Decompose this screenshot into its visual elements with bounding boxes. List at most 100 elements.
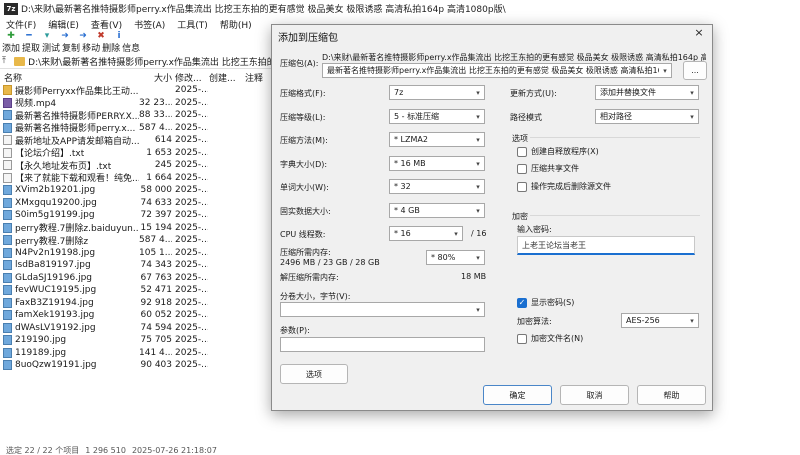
split-combo[interactable]: ▾ — [280, 302, 485, 317]
delete-button[interactable]: 删除 — [102, 41, 122, 54]
file-row[interactable]: XVim2b19201.jpg 58 000 2025-... — [0, 184, 275, 197]
show-password-checkbox[interactable]: ✓ 显示密码(S) — [517, 297, 574, 308]
password-input[interactable]: 上老王论坛当老王 — [517, 236, 695, 255]
dictionary-select[interactable]: * 16 MB ▾ — [389, 156, 485, 171]
delete-after-checkbox[interactable]: 操作完成后删除源文件 — [517, 181, 611, 192]
archive-name-combo[interactable]: 最新著名推特摄影师perry.x作品集流出 比挖王东拍的更有感觉 极品美女 极限… — [322, 63, 672, 78]
file-row[interactable]: 【论坛介绍】.txt 1 653 2025-... — [0, 147, 275, 160]
menu-file[interactable]: 文件(F) — [0, 18, 42, 31]
file-row[interactable]: XMxgqu19200.jpg 74 633 2025-... — [0, 197, 275, 210]
encrypt-filenames-checkbox[interactable]: 加密文件名(N) — [517, 333, 583, 344]
image-file-icon — [3, 122, 12, 133]
menu-tools[interactable]: 工具(T) — [171, 18, 214, 31]
file-row[interactable]: 最新著名推特摄影师perry.x... 587 4... 2025-... — [0, 122, 275, 134]
word-size-select[interactable]: * 32 ▾ — [389, 179, 485, 194]
file-row[interactable]: fevWUC19195.jpg 52 471 2025-... — [0, 284, 275, 297]
menu-help[interactable]: 帮助(H) — [214, 18, 258, 31]
file-row[interactable]: famXek19193.jpg 60 052 2025-... — [0, 309, 275, 322]
file-row[interactable]: 最新地址及APP请发邮箱自动... 614 2025-... — [0, 134, 275, 147]
address-path[interactable]: D:\来财\最新著名推特摄影师perry.x作品集流出 比挖王东拍的更 — [28, 55, 275, 68]
up-folder-icon[interactable]: ⤒ — [2, 56, 12, 66]
delete-icon[interactable]: ✖ — [92, 31, 110, 41]
move-button[interactable]: 移动 — [82, 41, 102, 54]
check-icon: ✓ — [517, 297, 527, 308]
level-select[interactable]: 5 - 标准压缩 ▾ — [389, 109, 485, 124]
file-size: 245 — [154, 160, 172, 171]
compress-shared-checkbox[interactable]: 压缩共享文件 — [517, 163, 579, 174]
column-modified[interactable]: 修改... — [172, 71, 206, 84]
image-file-icon — [3, 247, 12, 258]
file-row[interactable]: S0im5g19199.jpg 72 397 2025-... — [0, 209, 275, 222]
column-size[interactable]: 大小 — [150, 71, 172, 84]
7zip-app-icon: 7z — [4, 2, 18, 15]
help-button[interactable]: 帮助 — [637, 385, 706, 405]
file-row[interactable]: FaxB3Z19194.jpg 92 918 2025-... — [0, 297, 275, 310]
info-icon[interactable]: i — [110, 31, 128, 41]
chevron-down-icon: ▾ — [476, 135, 480, 144]
file-row[interactable]: 219190.jpg 75 705 2025-... — [0, 334, 275, 347]
menu-edit[interactable]: 编辑(E) — [42, 18, 85, 31]
update-mode-select[interactable]: 添加并替换文件 ▾ — [595, 85, 699, 100]
method-select[interactable]: * LZMA2 ▾ — [389, 132, 485, 147]
add-icon[interactable]: ✚ — [2, 31, 20, 41]
threads-select[interactable]: * 16 ▾ — [389, 226, 463, 241]
extract-button[interactable]: 提取 — [22, 41, 42, 54]
info-button[interactable]: 信息 — [122, 41, 142, 54]
memory-percent-select[interactable]: * 80% ▾ — [426, 250, 485, 265]
image-file-icon — [3, 285, 12, 296]
add-button[interactable]: 添加 — [2, 41, 22, 54]
file-name-cell: 最新地址及APP请发邮箱自动... — [0, 134, 139, 147]
copy-icon[interactable]: ➜ — [56, 31, 74, 41]
file-row[interactable]: 8uoQzw19191.jpg 90 403 2025-... — [0, 359, 275, 372]
file-row[interactable]: 【来了就能下载和观看！纯免... 1 664 2025-... — [0, 172, 275, 184]
cancel-button[interactable]: 取消 — [560, 385, 629, 405]
copy-button[interactable]: 复制 — [62, 41, 82, 54]
file-row[interactable]: dWAsLV19192.jpg 74 594 2025-... — [0, 322, 275, 335]
menu-bookmarks[interactable]: 书签(A) — [128, 18, 171, 31]
dialog-title: 添加到压缩包 — [278, 33, 338, 44]
column-comment[interactable]: 注释 — [242, 71, 272, 84]
file-name: 【论坛介绍】.txt — [15, 149, 85, 160]
file-row[interactable]: 【永久地址发布页】.txt 245 2025-... — [0, 159, 275, 172]
path-mode-select[interactable]: 相对路径 ▾ — [595, 109, 699, 124]
column-created[interactable]: 创建... — [206, 71, 242, 84]
file-row[interactable]: GLdaSJ19196.jpg 67 763 2025-... — [0, 272, 275, 285]
file-size: 58 000 — [140, 185, 173, 196]
file-name: 最新地址及APP请发邮箱自动... — [15, 136, 139, 147]
chevron-down-icon: ▾ — [476, 305, 480, 314]
file-row[interactable]: perry教程.7删除z.baiduyun.... 15 194 2025-... — [0, 222, 275, 234]
options-button[interactable]: 选项 — [280, 364, 348, 384]
column-name[interactable]: 名称 — [0, 71, 150, 84]
file-name-cell: XMxgqu19200.jpg — [0, 197, 139, 208]
file-row[interactable]: 最新著名推特摄影师PERRY.X... 88 33... 2025-... — [0, 109, 275, 122]
threads-total: / 16 — [471, 229, 487, 238]
close-icon[interactable]: × — [692, 26, 706, 40]
browse-button[interactable]: ... — [683, 61, 707, 80]
file-size: 60 052 — [140, 310, 173, 321]
encryption-method-select[interactable]: AES-256 ▾ — [621, 313, 699, 328]
file-row[interactable]: 视频.mp4 32 23... 2025-... — [0, 97, 275, 109]
create-sfx-checkbox[interactable]: 创建自释放程序(X) — [517, 146, 599, 157]
column-headers: 名称 大小 修改... 创建... 注释 — [0, 71, 275, 84]
params-input[interactable] — [280, 337, 485, 352]
file-size: 67 763 — [140, 272, 173, 283]
ok-button[interactable]: 确定 — [483, 385, 552, 405]
file-row[interactable]: 摄影师Perryxx作品集比王动... 2025-... — [0, 84, 275, 97]
file-row[interactable]: 119189.jpg 141 4... 2025-... — [0, 347, 275, 360]
file-size: 587 4... — [139, 235, 172, 246]
file-name-cell: N4Pv2n19198.jpg — [0, 247, 139, 258]
test-button[interactable]: 测试 — [42, 41, 62, 54]
checkbox-unchecked-icon — [517, 146, 527, 157]
solid-size-select[interactable]: * 4 GB ▾ — [389, 203, 485, 218]
file-name: XVim2b19201.jpg — [15, 185, 96, 196]
extract-icon[interactable]: ━ — [20, 31, 38, 41]
menu-view[interactable]: 查看(V) — [85, 18, 128, 31]
file-row[interactable]: lsdBa819197.jpg 74 343 2025-... — [0, 259, 275, 272]
chevron-down-icon: ▾ — [454, 229, 458, 238]
test-icon[interactable]: ▾ — [38, 31, 56, 41]
image-file-icon — [3, 347, 12, 358]
file-row[interactable]: perry教程.7删除z 587 4... 2025-... — [0, 234, 275, 247]
move-icon[interactable]: ➜ — [74, 31, 92, 41]
format-select[interactable]: 7z ▾ — [389, 85, 485, 100]
file-row[interactable]: N4Pv2n19198.jpg 105 1... 2025-... — [0, 247, 275, 260]
